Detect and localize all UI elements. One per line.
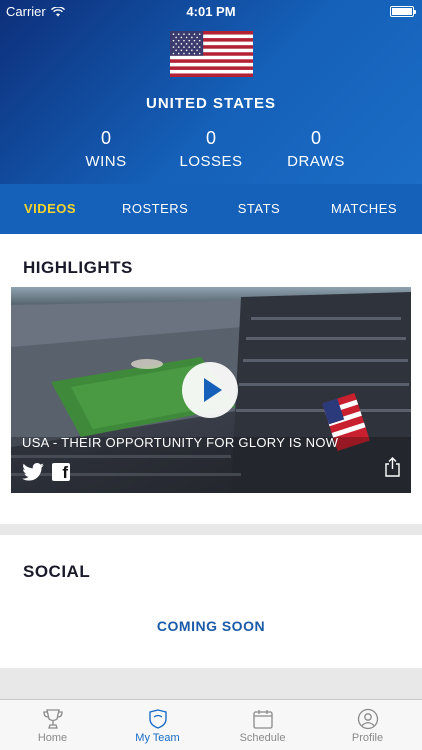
battery-icon — [390, 6, 416, 17]
tabbar-schedule[interactable]: Schedule — [210, 700, 315, 750]
social-section: SOCIAL COMING SOON — [0, 535, 422, 668]
tabbar-my-team-label: My Team — [135, 732, 180, 744]
tab-rosters[interactable]: ROSTERS — [122, 184, 188, 234]
person-icon — [357, 708, 378, 730]
shield-icon — [148, 709, 167, 729]
highlights-title: HIGHLIGHTS — [23, 258, 133, 277]
facebook-icon[interactable]: f — [52, 463, 70, 482]
team-name: UNITED STATES — [146, 95, 276, 112]
tabbar-profile-label: Profile — [351, 732, 384, 744]
tab-videos[interactable]: VIDEOS — [20, 184, 80, 234]
wins-label: WINS — [85, 153, 127, 170]
losses-stat: 0 LOSSES — [161, 128, 261, 170]
video-title: USA - THEIR OPPORTUNITY FOR GLORY IS NOW — [22, 435, 339, 450]
tab-matches[interactable]: MATCHES — [330, 184, 398, 234]
tabbar-home[interactable]: Home — [0, 700, 105, 750]
coming-soon-message: COMING SOON — [156, 618, 266, 634]
video-share-links: f — [22, 463, 70, 482]
twitter-icon[interactable] — [22, 463, 44, 481]
highlight-video[interactable]: USA - THEIR OPPORTUNITY FOR GLORY IS NOW… — [11, 287, 411, 493]
draws-value: 0 — [310, 128, 321, 148]
calendar-icon — [252, 710, 273, 729]
team-header: Carrier 4:01 PM UNITED STATES 0 WINS 0 L… — [0, 0, 422, 184]
tab-stats[interactable]: STATS — [236, 184, 282, 234]
losses-value: 0 — [205, 128, 216, 148]
highlights-section: HIGHLIGHTS USA - THEIR OPPORTUNITY FOR G… — [0, 234, 422, 524]
tabbar-profile[interactable]: Profile — [315, 700, 420, 750]
share-icon[interactable] — [384, 457, 401, 477]
tabbar-home-label: Home — [37, 732, 68, 744]
tabbar-my-team[interactable]: My Team — [105, 700, 210, 750]
team-tabs: VIDEOS ROSTERS STATS MATCHES — [0, 184, 422, 234]
play-button[interactable] — [182, 362, 238, 418]
team-record: 0 WINS 0 LOSSES 0 DRAWS — [0, 128, 422, 178]
us-flag-icon — [170, 31, 253, 77]
tabbar-schedule-label: Schedule — [239, 732, 286, 744]
wins-value: 0 — [100, 128, 111, 148]
trophy-icon — [42, 709, 63, 729]
wins-stat: 0 WINS — [56, 128, 156, 170]
status-time: 4:01 PM — [186, 4, 236, 19]
draws-stat: 0 DRAWS — [266, 128, 366, 170]
bottom-tab-bar: Home My Team Schedule Profile — [0, 699, 422, 750]
losses-label: LOSSES — [179, 153, 243, 170]
social-title: SOCIAL — [23, 562, 91, 581]
status-bar: Carrier 4:01 PM — [0, 0, 422, 22]
draws-label: DRAWS — [287, 153, 345, 170]
